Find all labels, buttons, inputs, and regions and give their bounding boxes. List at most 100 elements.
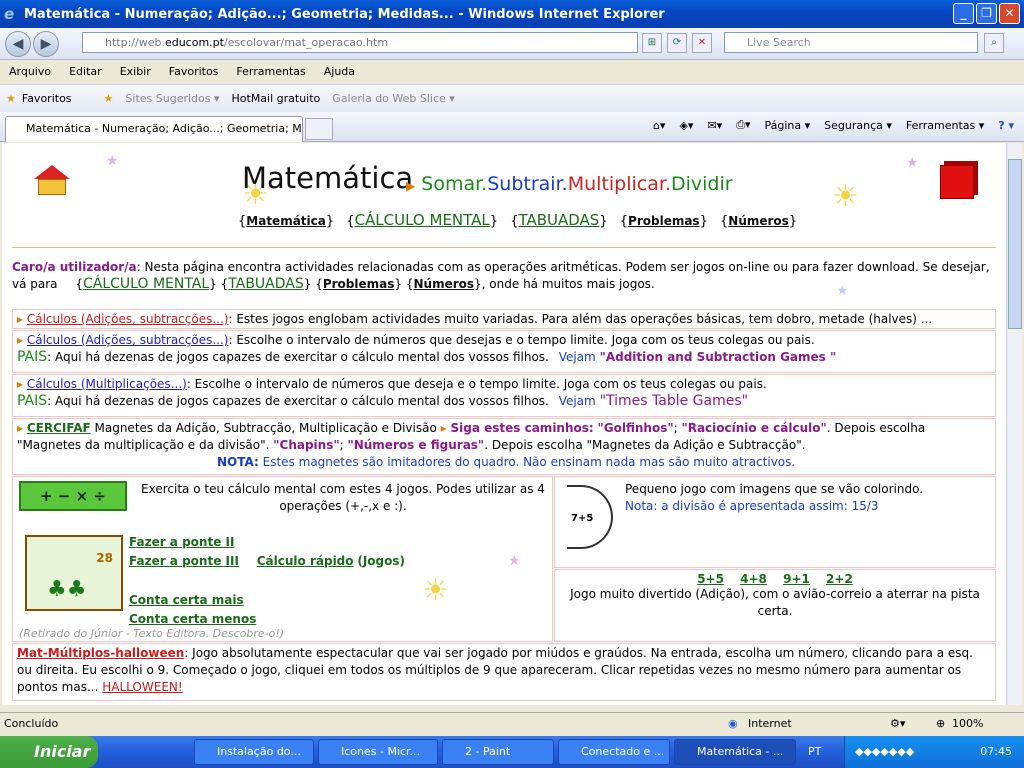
forward-button[interactable]: ▶ (33, 30, 59, 57)
search-icon[interactable]: ⌕ (984, 33, 1004, 53)
tree-icon: ♣♣ (47, 577, 87, 602)
fav-sites-sugeridos[interactable]: Sites Sugeridos ▾ (119, 92, 225, 105)
row2-pais-text: : Aqui há dezenas de jogos capazes de ex… (47, 350, 549, 364)
row3-pais-text: : Aqui há dezenas de jogos capazes de ex… (47, 394, 549, 408)
brace: } (788, 214, 798, 229)
link-mat-multiplos-halloween[interactable]: Mat-Múltiplos-halloween (17, 646, 184, 660)
menu-exibir[interactable]: Exibir (111, 65, 160, 78)
task-paint[interactable]: 2 - Paint (442, 739, 554, 765)
zoom-level[interactable]: 100% (952, 713, 983, 735)
operations-icon[interactable]: + − × ÷ (19, 481, 127, 511)
start-button[interactable]: Iniciar (0, 736, 98, 768)
row2-text: : Escolhe o intervalo de números que des… (228, 333, 815, 347)
print-icon[interactable]: ⎙▾ (736, 118, 750, 132)
url-host: educom.pt (164, 36, 224, 49)
brace: } (325, 214, 335, 229)
nav-problemas[interactable]: Problemas (628, 214, 700, 228)
sum-5-5[interactable]: 5+5 (697, 572, 724, 586)
link-conta-certa-menos[interactable]: Conta certa menos (129, 612, 256, 626)
pais-label: PAIS (17, 393, 48, 409)
box-right-bottom: 5+5 4+8 9+1 2+2 Jogo muito divertido (Ad… (554, 569, 996, 642)
scrollbar-thumb[interactable] (1008, 159, 1022, 329)
task-conectado[interactable]: Conectado e ... (558, 739, 670, 765)
intro-greeting: Caro/a utilizador/a (12, 260, 137, 274)
fav-web-slice[interactable]: Galeria do Web Slice ▾ (326, 92, 461, 105)
nav-matematica[interactable]: Matemática (246, 214, 326, 228)
link-cercifaf[interactable]: CERCIFAF (27, 421, 91, 435)
box-left: + − × ÷ Exercita o teu cálculo mental co… (12, 476, 553, 642)
protected-mode-icon[interactable]: ⚙▾ (890, 713, 905, 735)
add-favorite-icon[interactable]: ★ (98, 92, 120, 105)
menu-arquivo[interactable]: Arquivo (0, 65, 60, 78)
jogos-label: (Jogos) (357, 554, 405, 568)
intro-tabuadas-link[interactable]: TABUADAS (228, 276, 303, 292)
status-text: Concluído (4, 717, 59, 730)
language-indicator[interactable]: PT (808, 745, 821, 758)
fav-hotmail[interactable]: HotMail gratuito (226, 92, 327, 105)
game-thumbnail[interactable]: 28 ♣♣ (25, 535, 123, 611)
sum-2-2[interactable]: 2+2 (826, 572, 853, 586)
taskbar: Iniciar Instalação do... Icones - Micr..… (0, 736, 1024, 768)
refresh-icon[interactable]: ⟳ (667, 33, 687, 53)
safety-menu[interactable]: Segurança ▾ (824, 119, 892, 132)
back-button[interactable]: ◀ (5, 30, 31, 57)
intro-calculo-mental-link[interactable]: CÁLCULO MENTAL (83, 276, 209, 292)
sum-9-1[interactable]: 9+1 (783, 572, 810, 586)
task-icones[interactable]: Icones - Micr... (318, 739, 438, 765)
moon-game-icon[interactable]: 7+5 (567, 485, 613, 549)
intro-numeros-link[interactable]: Números (413, 277, 474, 291)
minimize-button[interactable]: _ (953, 3, 974, 24)
compat-view-icon[interactable]: ⊞ (642, 33, 662, 53)
link-addition-subtraction-games[interactable]: "Addition and Subtraction Games " (600, 350, 837, 364)
title-bar: e Matemática - Numeração; Adição...; Geo… (0, 0, 1024, 28)
tray-icons[interactable]: ◆◆◆◆◆◆◆ (855, 745, 914, 758)
new-tab-button[interactable] (305, 118, 333, 140)
vertical-scrollbar[interactable] (1006, 143, 1022, 705)
globe-icon: ◉ (728, 717, 738, 730)
path-raciocinio: "Raciocínio e cálculo" (681, 421, 827, 435)
box-right-text: Pequeno jogo com imagens que se vão colo… (625, 482, 924, 496)
menu-ferramentas[interactable]: Ferramentas (227, 65, 314, 78)
arrow-icon: ▸ (17, 421, 24, 435)
feeds-icon[interactable]: ◈▾ (679, 119, 693, 132)
help-menu[interactable]: ? ▾ (998, 119, 1014, 132)
url-path: /escolovar/mat_operacao.htm (223, 36, 389, 49)
nav-calculo-mental[interactable]: CÁLCULO MENTAL (355, 211, 490, 229)
favorites-star-icon[interactable]: ★ (0, 92, 16, 105)
stop-icon[interactable]: ✕ (692, 33, 712, 53)
link-times-table-games[interactable]: "Times Table Games" (600, 393, 749, 409)
tab-bar: Matemática - Numeração; Adição...; Geome… (0, 112, 1024, 142)
link-calculo-rapido[interactable]: Cálculo rápido (257, 554, 354, 568)
home-icon[interactable]: ⌂▾ (653, 119, 666, 132)
mail-icon[interactable]: ✉▾ (707, 119, 722, 132)
link-fazer-a-ponte-ii[interactable]: Fazer a ponte II (129, 535, 234, 549)
cube-icon[interactable] (940, 165, 974, 199)
search-input[interactable]: Live Search (724, 32, 978, 53)
row-calculos-3: ▸ Cálculos (Multiplicações...): Escolhe … (12, 374, 996, 417)
favorites-button[interactable]: Favoritos (16, 92, 78, 105)
menu-editar[interactable]: Editar (60, 65, 111, 78)
intro-problemas-link[interactable]: Problemas (323, 277, 395, 291)
link-fazer-a-ponte-iii[interactable]: Fazer a ponte III (129, 554, 239, 568)
nav-tabuadas[interactable]: TABUADAS (518, 211, 599, 229)
menu-ajuda[interactable]: Ajuda (315, 65, 364, 78)
link-calculos-adicoes-2[interactable]: Cálculos (Adições, subtracções...) (27, 333, 229, 347)
address-bar[interactable]: http://web.educom.pt/escolovar/mat_opera… (82, 32, 638, 53)
link-calculos-multiplicacoes[interactable]: Cálculos (Multiplicações...) (27, 377, 187, 391)
tab-matematica[interactable]: Matemática - Numeração; Adição...; Geome… (5, 116, 303, 142)
house-icon[interactable] (34, 165, 70, 197)
nav-numeros[interactable]: Números (728, 214, 789, 228)
sum-4-8[interactable]: 4+8 (740, 572, 767, 586)
link-calculos-adicoes-1[interactable]: Cálculos (Adições, subtracções...) (27, 312, 229, 326)
menu-favoritos[interactable]: Favoritos (160, 65, 228, 78)
tools-menu[interactable]: Ferramentas ▾ (906, 119, 984, 132)
page-menu[interactable]: Página ▾ (765, 119, 811, 132)
status-bar: Concluído ◉ Internet ⚙▾ ⊕ 100% (0, 712, 1024, 734)
clock: 07:45 (980, 745, 1012, 758)
link-conta-certa-mais[interactable]: Conta certa mais (129, 593, 244, 607)
task-instalacao[interactable]: Instalação do... (194, 739, 314, 765)
maximize-button[interactable]: ❐ (976, 3, 997, 24)
link-halloween[interactable]: HALLOWEEN! (102, 680, 182, 694)
task-matematica[interactable]: Matemática - ... (674, 739, 796, 765)
close-button[interactable]: ✕ (999, 3, 1020, 24)
